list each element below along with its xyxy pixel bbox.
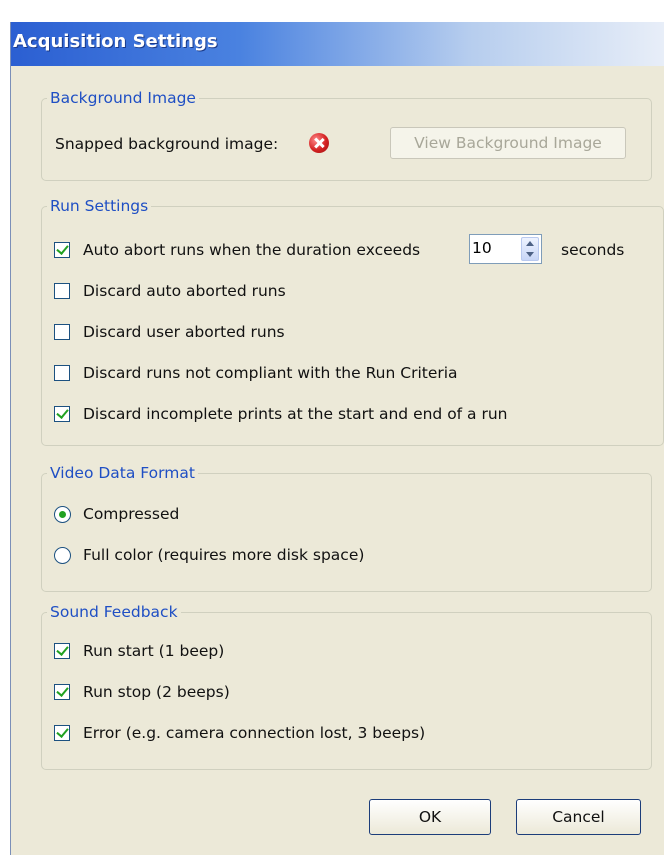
discard-user-aborted-checkbox[interactable] (54, 324, 70, 340)
run-settings-legend: Run Settings (47, 196, 152, 216)
full-color-label[interactable]: Full color (requires more disk space) (83, 545, 364, 565)
acquisition-settings-dialog: Acquisition Settings Background Image Sn… (10, 22, 664, 855)
seconds-label: seconds (561, 241, 625, 259)
background-image-group: Background Image Snapped background imag… (41, 88, 652, 181)
spin-down-icon[interactable] (526, 252, 534, 257)
auto-abort-checkbox[interactable] (54, 242, 70, 258)
discard-incomplete-prints-checkbox[interactable] (54, 406, 70, 422)
discard-auto-aborted-checkbox[interactable] (54, 283, 70, 299)
cancel-button[interactable]: Cancel (516, 799, 641, 835)
background-image-legend: Background Image (47, 88, 199, 108)
view-background-image-button[interactable]: View Background Image (390, 127, 626, 159)
sound-feedback-legend: Sound Feedback (47, 602, 181, 622)
video-data-format-group: Video Data Format Compressed Full color … (41, 463, 652, 592)
error-beep-checkbox[interactable] (54, 725, 70, 741)
duration-spinner[interactable] (469, 234, 542, 264)
discard-user-aborted-label[interactable]: Discard user aborted runs (83, 322, 285, 342)
sound-feedback-group: Sound Feedback Run start (1 beep) Run st… (41, 602, 652, 770)
run-start-label[interactable]: Run start (1 beep) (83, 641, 224, 661)
compressed-radio[interactable] (54, 506, 71, 523)
video-data-format-legend: Video Data Format (47, 463, 198, 483)
auto-abort-label[interactable]: Auto abort runs when the duration exceed… (83, 240, 420, 260)
discard-auto-aborted-label[interactable]: Discard auto aborted runs (83, 281, 286, 301)
discard-noncompliant-checkbox[interactable] (54, 365, 70, 381)
discard-noncompliant-label[interactable]: Discard runs not compliant with the Run … (83, 363, 458, 383)
snapped-background-label: Snapped background image: (55, 135, 279, 153)
full-color-radio[interactable] (54, 547, 71, 564)
discard-incomplete-prints-label[interactable]: Discard incomplete prints at the start a… (83, 404, 508, 424)
error-icon (309, 133, 329, 153)
run-stop-checkbox[interactable] (54, 684, 70, 700)
ok-button[interactable]: OK (369, 799, 491, 835)
compressed-label[interactable]: Compressed (83, 504, 179, 524)
run-start-checkbox[interactable] (54, 643, 70, 659)
spin-arrows[interactable] (521, 237, 539, 261)
title-bar[interactable]: Acquisition Settings (11, 22, 664, 66)
run-settings-group: Run Settings Auto abort runs when the du… (41, 196, 664, 446)
error-beep-label[interactable]: Error (e.g. camera connection lost, 3 be… (83, 723, 425, 743)
window-title: Acquisition Settings (13, 31, 218, 52)
spin-up-icon[interactable] (526, 241, 534, 246)
duration-input[interactable] (472, 237, 502, 259)
run-stop-label[interactable]: Run stop (2 beeps) (83, 682, 230, 702)
